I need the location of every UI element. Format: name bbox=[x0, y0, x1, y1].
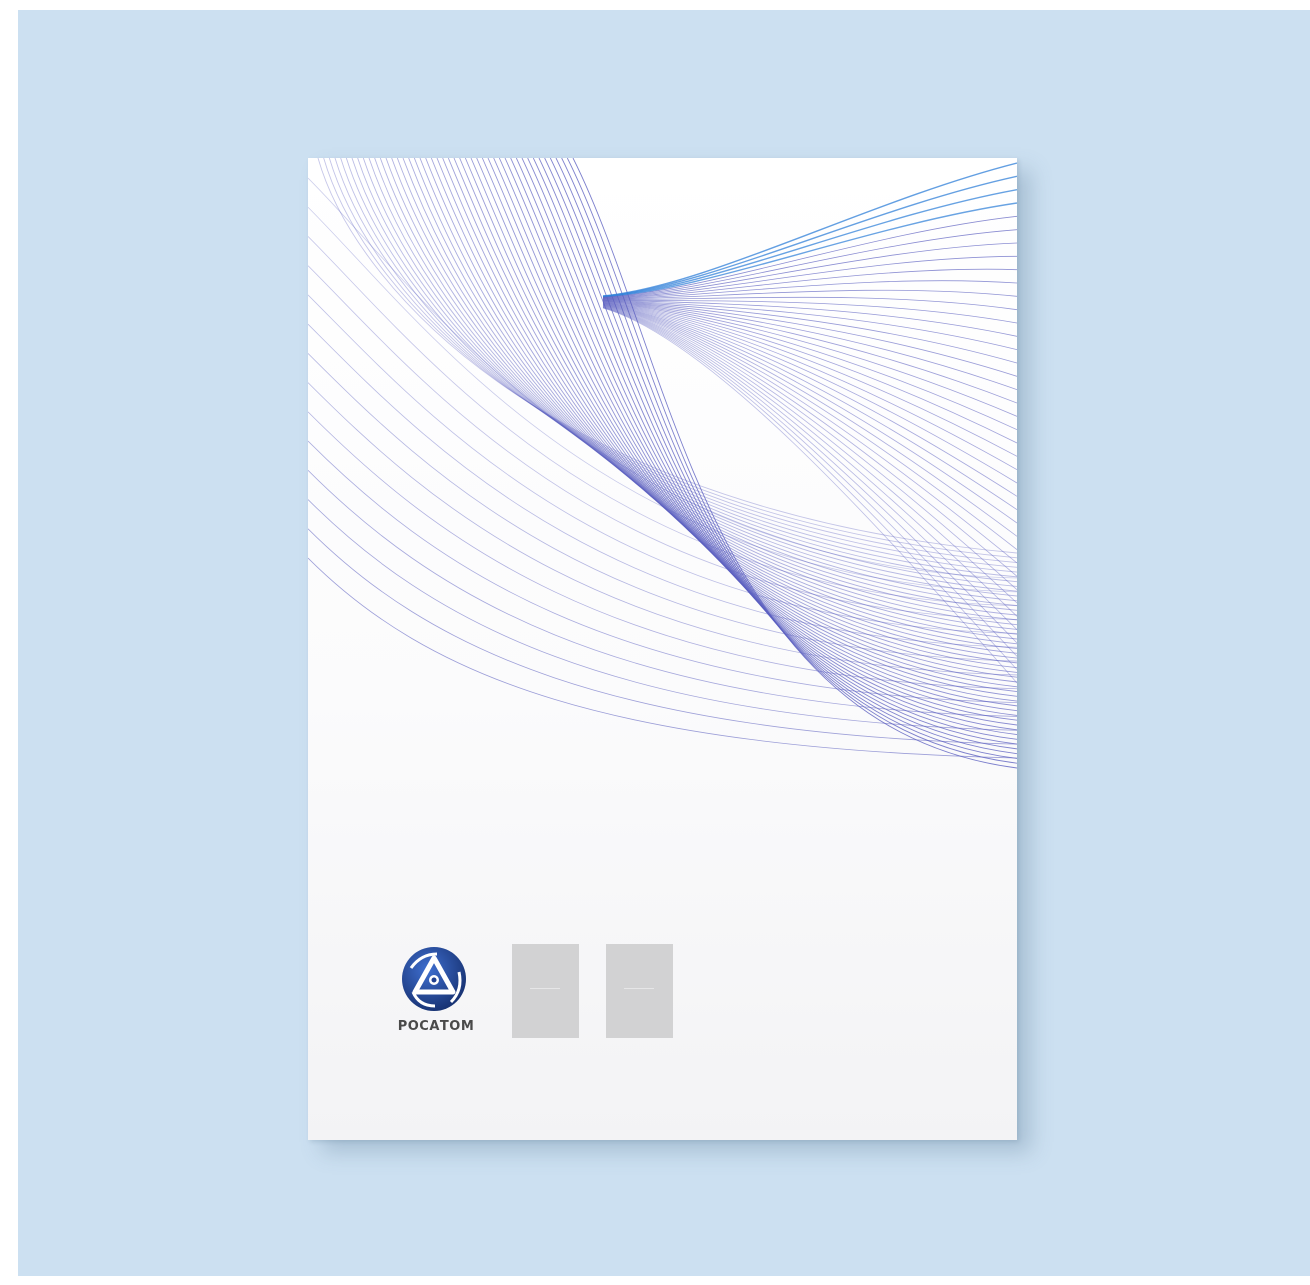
rosatom-emblem-icon bbox=[402, 947, 466, 1011]
logo-placeholder-1 bbox=[512, 944, 579, 1038]
wave-line bbox=[317, 158, 1017, 554]
wave-line bbox=[408, 158, 1017, 630]
placeholder-dash bbox=[530, 988, 560, 989]
wave-line bbox=[602, 162, 1017, 297]
wave-line bbox=[308, 411, 1017, 690]
wave-line bbox=[328, 158, 1017, 564]
wave-line bbox=[308, 177, 1017, 579]
logo-placeholder-2 bbox=[606, 944, 673, 1038]
wave-line bbox=[602, 305, 1017, 604]
brochure-cover: РОСАТОМ bbox=[308, 158, 1017, 1140]
wave-line bbox=[602, 302, 1017, 484]
wave-line bbox=[442, 158, 1017, 659]
rosatom-logo: РОСАТОМ bbox=[386, 946, 486, 1046]
logo-wordmark: РОСАТОМ bbox=[397, 1019, 475, 1034]
wave-line bbox=[602, 306, 1017, 657]
wave-line bbox=[413, 158, 1017, 635]
wave-line bbox=[566, 158, 1017, 764]
wave-line bbox=[453, 158, 1017, 669]
wave-line bbox=[602, 300, 1017, 377]
wave-line bbox=[602, 202, 1017, 298]
placeholder-dash bbox=[624, 988, 654, 989]
wave-line bbox=[308, 557, 1017, 759]
wave-line bbox=[436, 158, 1017, 654]
